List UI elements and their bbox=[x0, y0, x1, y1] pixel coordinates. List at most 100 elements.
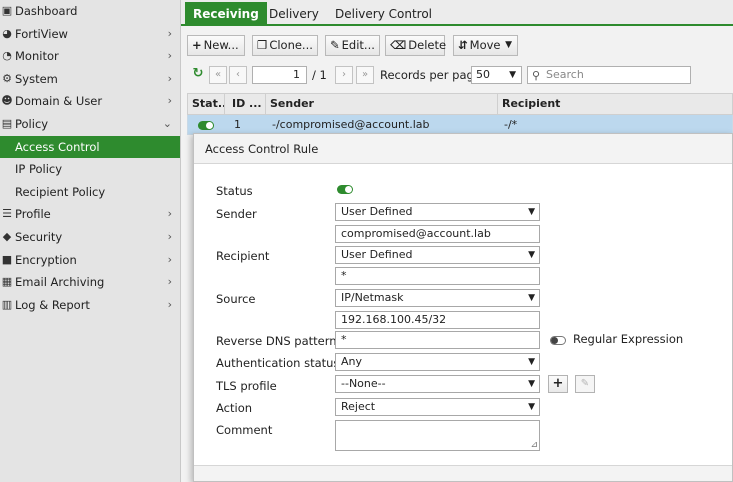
move-button[interactable]: ⇵ Move ▼ bbox=[453, 35, 518, 56]
sidebar-item-email-archiving[interactable]: ▦ Email Archiving › bbox=[0, 271, 180, 294]
chevron-right-icon: › bbox=[167, 252, 172, 266]
policy-icon: ▤ bbox=[1, 116, 13, 130]
sidebar-item-monitor[interactable]: ◔ Monitor › bbox=[0, 45, 180, 68]
sidebar-item-label: Security bbox=[15, 229, 63, 244]
tab-receiving[interactable]: Receiving bbox=[185, 2, 267, 26]
toggle-on-icon bbox=[198, 120, 214, 130]
table-row[interactable]: 1 -/compromised@account.lab -/* bbox=[187, 115, 733, 135]
sidebar-item-profile[interactable]: ☰ Profile › bbox=[0, 203, 180, 226]
reverse-dns-label: Reverse DNS pattern bbox=[216, 334, 337, 348]
source-type-select[interactable]: IP/Netmask ▼ bbox=[335, 289, 540, 307]
comment-textarea[interactable]: ⊿ bbox=[335, 420, 540, 451]
sender-label: Sender bbox=[216, 207, 257, 221]
chevron-down-icon: ⌄ bbox=[162, 116, 172, 130]
lock-icon: ■ bbox=[1, 252, 13, 266]
dropdown-arrow-icon: ▼ bbox=[509, 70, 516, 80]
sidebar-item-log-report[interactable]: ▥ Log & Report › bbox=[0, 294, 180, 317]
column-header-recipient[interactable]: Recipient bbox=[498, 94, 733, 114]
action-select[interactable]: Reject ▼ bbox=[335, 398, 540, 416]
search-input[interactable]: ⚲ Search bbox=[527, 66, 691, 84]
auth-status-select[interactable]: Any ▼ bbox=[335, 353, 540, 371]
list-icon: ☰ bbox=[2, 207, 12, 221]
regex-toggle[interactable] bbox=[550, 333, 566, 347]
records-per-page-select[interactable]: 50 ▼ bbox=[471, 66, 522, 84]
new-button[interactable]: + New... bbox=[187, 35, 245, 56]
trash-icon: ⌫ bbox=[390, 38, 407, 52]
next-page-button[interactable]: › bbox=[335, 66, 353, 84]
status-toggle bbox=[194, 115, 214, 134]
chevron-right-icon: › bbox=[167, 26, 172, 40]
column-header-status[interactable]: Stat... bbox=[188, 94, 225, 114]
table-header: Stat... ID ... Sender Recipient bbox=[187, 93, 733, 115]
reverse-dns-input[interactable]: * bbox=[335, 331, 540, 349]
sidebar-item-label: Dashboard bbox=[15, 4, 78, 18]
search-icon: ⚲ bbox=[532, 69, 541, 82]
sidebar-item-label: Encryption bbox=[15, 252, 77, 267]
tab-delivery-control[interactable]: Delivery Control bbox=[327, 2, 440, 26]
clone-button[interactable]: ❐ Clone... bbox=[252, 35, 318, 56]
recipient-type-select[interactable]: User Defined ▼ bbox=[335, 246, 540, 264]
regex-label: Regular Expression bbox=[573, 332, 684, 346]
page-count-label: / 1 bbox=[312, 68, 327, 82]
sidebar-item-label: Access Control bbox=[15, 139, 100, 154]
page-input[interactable]: 1 bbox=[252, 66, 307, 84]
chevron-right-icon: › bbox=[167, 71, 172, 85]
chevron-right-icon: › bbox=[167, 275, 172, 289]
dropdown-arrow-icon: ▼ bbox=[528, 357, 535, 367]
user-icon: ☻ bbox=[1, 94, 13, 108]
sender-input[interactable]: compromised@account.lab bbox=[335, 225, 540, 243]
edit-button[interactable]: ✎ Edit... bbox=[325, 35, 380, 56]
sidebar-item-domain-user[interactable]: ☻ Domain & User › bbox=[0, 90, 180, 113]
tab-bar: Receiving Delivery Delivery Control bbox=[181, 0, 733, 26]
edit-icon: ✎ bbox=[580, 378, 590, 389]
refresh-icon[interactable]: ↻ bbox=[189, 66, 207, 84]
sidebar-item-security[interactable]: ◆ Security › bbox=[0, 226, 180, 249]
row-recipient: -/* bbox=[504, 118, 518, 131]
row-id: 1 bbox=[234, 118, 241, 131]
auth-status-label: Authentication status bbox=[216, 356, 340, 370]
sidebar-item-encryption[interactable]: ■ Encryption › bbox=[0, 249, 180, 272]
column-header-id[interactable]: ID ... bbox=[228, 94, 266, 114]
dropdown-arrow-icon: ▼ bbox=[528, 293, 535, 303]
sidebar-item-label: Log & Report bbox=[15, 297, 90, 312]
delete-button[interactable]: ⌫ Delete bbox=[385, 35, 446, 56]
sidebar-item-label: IP Policy bbox=[15, 162, 63, 177]
access-control-rule-dialog: Access Control Rule Status Sender User D… bbox=[193, 133, 733, 482]
edit-tls-profile-button[interactable]: ✎ bbox=[575, 375, 595, 393]
monitor-icon: ◔ bbox=[2, 49, 12, 63]
dropdown-arrow-icon: ▼ bbox=[528, 379, 535, 389]
tls-profile-select[interactable]: --None-- ▼ bbox=[335, 375, 540, 393]
resize-grip-icon[interactable]: ⊿ bbox=[530, 440, 538, 450]
last-page-button[interactable]: » bbox=[356, 66, 374, 84]
status-toggle[interactable] bbox=[337, 182, 353, 196]
prev-page-button[interactable]: ‹ bbox=[229, 66, 247, 84]
sidebar-item-access-control[interactable]: Access Control bbox=[0, 135, 180, 159]
recipient-label: Recipient bbox=[216, 249, 270, 263]
sidebar-item-label: Domain & User bbox=[15, 94, 103, 109]
pager: ↻ « ‹ 1 / 1 › » Records per page 50 ▼ ⚲ … bbox=[181, 63, 733, 87]
first-page-button[interactable]: « bbox=[209, 66, 227, 84]
records-per-page-label: Records per page bbox=[380, 68, 481, 82]
sidebar-item-ip-policy[interactable]: IP Policy bbox=[0, 158, 180, 181]
sidebar-item-fortiview[interactable]: ◕ FortiView › bbox=[0, 23, 180, 46]
sender-type-select[interactable]: User Defined ▼ bbox=[335, 203, 540, 221]
row-sender: -/compromised@account.lab bbox=[272, 118, 430, 131]
sidebar-item-label: Email Archiving bbox=[15, 275, 105, 290]
dropdown-arrow-icon: ▼ bbox=[528, 250, 535, 260]
chevron-right-icon: › bbox=[167, 49, 172, 63]
dropdown-arrow-icon: ▼ bbox=[528, 402, 535, 412]
tls-profile-label: TLS profile bbox=[216, 379, 277, 393]
fortiview-icon: ◕ bbox=[2, 26, 12, 40]
sidebar-item-dashboard[interactable]: ▣ Dashboard bbox=[0, 0, 180, 23]
tab-delivery[interactable]: Delivery bbox=[261, 2, 327, 26]
sidebar-item-label: Policy bbox=[15, 116, 49, 131]
source-label: Source bbox=[216, 292, 256, 306]
recipient-input[interactable]: * bbox=[335, 267, 540, 285]
sidebar-item-policy[interactable]: ▤ Policy ⌄ bbox=[0, 113, 180, 136]
sidebar-item-system[interactable]: ⚙ System › bbox=[0, 68, 180, 91]
source-input[interactable]: 192.168.100.45/32 bbox=[335, 311, 540, 329]
sidebar-item-recipient-policy[interactable]: Recipient Policy bbox=[0, 181, 180, 204]
column-header-sender[interactable]: Sender bbox=[266, 94, 498, 114]
sidebar-item-label: Recipient Policy bbox=[15, 184, 106, 199]
add-tls-profile-button[interactable]: + bbox=[548, 375, 568, 393]
